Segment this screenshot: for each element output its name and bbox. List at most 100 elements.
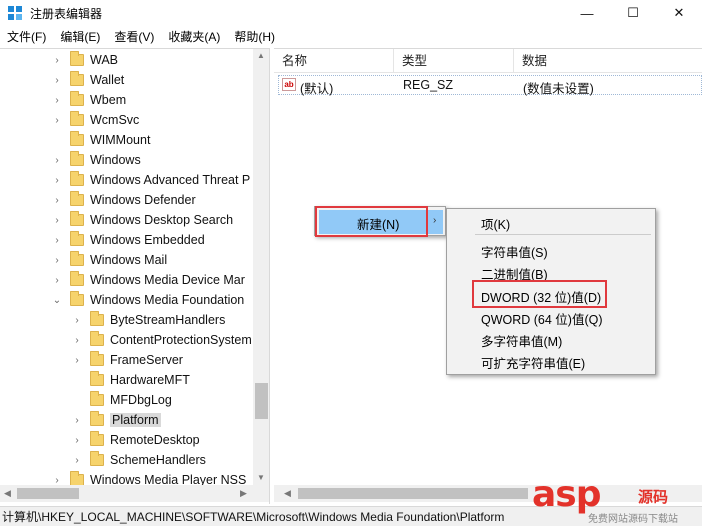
tree-item[interactable]: › Windows Media Device Mar bbox=[52, 270, 245, 290]
chevron-right-icon[interactable]: › bbox=[72, 355, 82, 366]
chevron-right-icon[interactable]: › bbox=[52, 75, 62, 86]
tree-item[interactable]: › RemoteDesktop bbox=[72, 430, 200, 450]
scroll-down-icon[interactable]: ▼ bbox=[257, 473, 265, 482]
folder-icon bbox=[70, 271, 84, 286]
chevron-right-icon[interactable]: › bbox=[52, 475, 62, 486]
chevron-right-icon[interactable]: › bbox=[52, 215, 62, 226]
tree-item[interactable]: › Windows Mail bbox=[52, 250, 167, 270]
scroll-thumb[interactable] bbox=[17, 488, 79, 499]
menu-bar: 文件(F) 编辑(E) 查看(V) 收藏夹(A) 帮助(H) bbox=[0, 26, 702, 48]
scroll-up-icon[interactable]: ▲ bbox=[257, 51, 265, 60]
folder-icon bbox=[70, 151, 84, 166]
tree-item[interactable]: › ByteStreamHandlers bbox=[72, 310, 225, 330]
folder-icon bbox=[70, 91, 84, 106]
submenu-arrow-icon: › bbox=[433, 215, 437, 226]
folder-icon bbox=[90, 351, 104, 366]
chevron-right-icon[interactable]: › bbox=[52, 235, 62, 246]
column-header-type[interactable]: 类型 bbox=[394, 49, 514, 73]
registry-editor-icon bbox=[8, 6, 22, 20]
value-data: (数值未设置) bbox=[523, 82, 594, 96]
menu-view[interactable]: 查看(V) bbox=[107, 26, 161, 48]
folder-icon bbox=[70, 71, 84, 86]
scroll-right-icon[interactable]: ▶ bbox=[240, 488, 247, 499]
key-tree: › WAB › Wallet › Wbem › WcmSvc WIMMount › Win… bbox=[0, 48, 270, 504]
folder-icon bbox=[70, 191, 84, 206]
tree-item-selected[interactable]: › Platform bbox=[72, 410, 161, 430]
chevron-down-icon[interactable]: ⌄ bbox=[52, 295, 62, 306]
tree-item[interactable]: › Windows Embedded bbox=[52, 230, 205, 250]
close-button[interactable]: ✕ bbox=[656, 0, 702, 26]
folder-icon bbox=[90, 391, 104, 406]
chevron-right-icon[interactable]: › bbox=[52, 275, 62, 286]
menu-file[interactable]: 文件(F) bbox=[0, 26, 53, 48]
tree-item[interactable]: ⌄ Windows Media Foundation bbox=[52, 290, 244, 310]
chevron-right-icon[interactable]: › bbox=[52, 95, 62, 106]
title-bar: 注册表编辑器 — ☐ ✕ bbox=[0, 0, 702, 26]
watermark-asp: asp bbox=[532, 474, 601, 515]
tree-item[interactable]: › Windows Advanced Threat P bbox=[52, 170, 250, 190]
value-row[interactable]: ab (默认) REG_SZ (数值未设置) bbox=[278, 75, 702, 96]
tree-item[interactable]: › WAB bbox=[52, 50, 118, 70]
minimize-button[interactable]: — bbox=[564, 0, 610, 26]
submenu-item-key[interactable]: 项(K) bbox=[481, 214, 510, 233]
chevron-right-icon[interactable]: › bbox=[52, 175, 62, 186]
tree-item-label: WIMMount bbox=[90, 133, 151, 147]
column-header-data[interactable]: 数据 bbox=[514, 49, 702, 73]
scroll-thumb[interactable] bbox=[255, 383, 268, 419]
chevron-right-icon[interactable]: › bbox=[52, 115, 62, 126]
tree-item[interactable]: › FrameServer bbox=[72, 350, 183, 370]
tree-item-label: Windows Media Foundation bbox=[90, 293, 245, 307]
folder-icon bbox=[70, 51, 84, 66]
tree-item[interactable]: › Wallet bbox=[52, 70, 124, 90]
chevron-right-icon[interactable]: › bbox=[52, 255, 62, 266]
folder-icon bbox=[90, 371, 104, 386]
folder-icon bbox=[70, 291, 84, 306]
scroll-left-icon[interactable]: ◀ bbox=[4, 488, 11, 499]
chevron-right-icon[interactable]: › bbox=[72, 435, 82, 446]
menu-help[interactable]: 帮助(H) bbox=[227, 26, 282, 48]
value-type: REG_SZ bbox=[403, 78, 454, 92]
annotation-box-new bbox=[315, 206, 428, 237]
folder-icon bbox=[90, 431, 104, 446]
tree-item[interactable]: › Windows bbox=[52, 150, 141, 170]
tree-item[interactable]: › SchemeHandlers bbox=[72, 450, 206, 470]
tree-item-label: ByteStreamHandlers bbox=[110, 313, 226, 327]
submenu-item-string[interactable]: 字符串值(S) bbox=[481, 242, 548, 261]
tree-item-label: WcmSvc bbox=[90, 113, 140, 127]
submenu-item-expandable-string[interactable]: 可扩充字符串值(E) bbox=[481, 353, 585, 372]
tree-item-label: Windows Media Device Mar bbox=[90, 273, 245, 287]
scroll-left-icon[interactable]: ◀ bbox=[284, 488, 291, 499]
column-header-name[interactable]: 名称 bbox=[274, 49, 394, 73]
folder-icon bbox=[90, 451, 104, 466]
chevron-right-icon[interactable]: › bbox=[72, 335, 82, 346]
submenu-item-qword[interactable]: QWORD (64 位)值(Q) bbox=[481, 309, 603, 328]
tree-item[interactable]: › Wbem bbox=[52, 90, 126, 110]
chevron-right-icon[interactable]: › bbox=[72, 455, 82, 466]
chevron-right-icon[interactable]: › bbox=[52, 55, 62, 66]
menu-edit[interactable]: 编辑(E) bbox=[53, 26, 107, 48]
tree-item[interactable]: › WcmSvc bbox=[52, 110, 139, 130]
tree-item-label: HardwareMFT bbox=[110, 373, 190, 387]
tree-item[interactable]: HardwareMFT bbox=[90, 370, 190, 390]
window-title: 注册表编辑器 bbox=[30, 7, 103, 21]
tree-item[interactable]: WIMMount bbox=[70, 130, 150, 150]
chevron-right-icon[interactable]: › bbox=[52, 195, 62, 206]
tree-vertical-scrollbar[interactable]: ▲ ▼ bbox=[253, 49, 269, 485]
tree-item[interactable]: › ContentProtectionSystem bbox=[72, 330, 252, 350]
tree-item[interactable]: › Windows Defender bbox=[52, 190, 196, 210]
menu-favorites[interactable]: 收藏夹(A) bbox=[161, 26, 227, 48]
chevron-right-icon[interactable]: › bbox=[72, 315, 82, 326]
chevron-right-icon[interactable]: › bbox=[72, 415, 82, 426]
chevron-right-icon[interactable]: › bbox=[52, 155, 62, 166]
tree-item-label: Wallet bbox=[90, 73, 125, 87]
watermark-subtitle: 免费网站源码下载站 bbox=[588, 514, 678, 525]
submenu-item-multi-string[interactable]: 多字符串值(M) bbox=[481, 331, 562, 350]
tree-item[interactable]: MFDbgLog bbox=[90, 390, 172, 410]
tree-horizontal-scrollbar[interactable]: ◀ ▶ bbox=[0, 485, 269, 502]
tree-item-label: Windows Mail bbox=[90, 253, 168, 267]
maximize-button[interactable]: ☐ bbox=[610, 0, 656, 26]
folder-icon bbox=[70, 211, 84, 226]
scroll-thumb[interactable] bbox=[298, 488, 528, 499]
tree-item-label: Windows Desktop Search bbox=[90, 213, 234, 227]
tree-item[interactable]: › Windows Desktop Search bbox=[52, 210, 233, 230]
